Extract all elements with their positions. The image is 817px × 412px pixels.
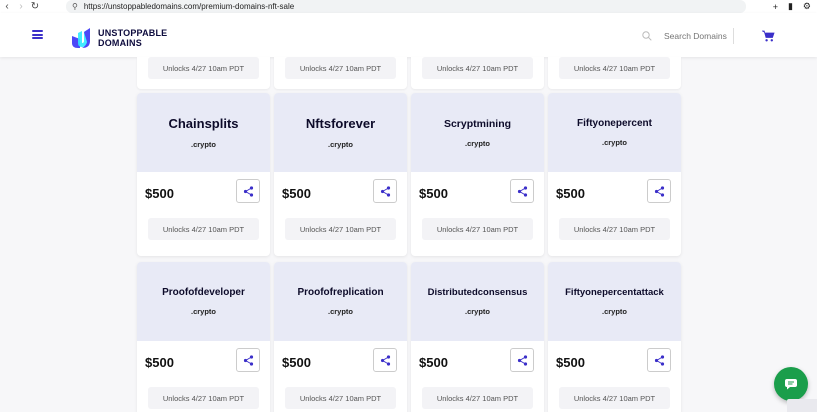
share-button[interactable]: [510, 179, 534, 203]
logo-line-1: UNSTOPPABLE: [98, 28, 168, 38]
search-icon: ⚲: [72, 2, 78, 11]
unlock-chip: Unlocks 4/27 10am PDT: [148, 218, 259, 240]
domain-card[interactable]: Nftsforever .crypto $500 Unlocks 4/27 10…: [274, 93, 407, 256]
new-tab-icon[interactable]: +: [773, 2, 778, 12]
domain-extension: .crypto: [464, 138, 490, 148]
domain-banner: Proofofdeveloper .crypto: [137, 262, 270, 341]
forward-icon[interactable]: ›: [14, 0, 28, 13]
address-bar[interactable]: ⚲ https://unstoppabledomains.com/premium…: [66, 0, 746, 13]
unlock-chip: Unlocks 4/27 10am PDT: [422, 57, 533, 79]
back-icon[interactable]: ‹: [0, 0, 14, 13]
unstoppable-logo-icon[interactable]: [70, 27, 92, 49]
unlock-chip: Unlocks 4/27 10am PDT: [559, 57, 670, 79]
card-row-2: Proofofdeveloper .crypto $500 Unlocks 4/…: [137, 262, 681, 412]
share-icon: [654, 185, 664, 197]
unlock-chip: Unlocks 4/27 10am PDT: [285, 218, 396, 240]
domain-card[interactable]: Unlocks 4/27 10am PDT: [137, 57, 270, 89]
share-icon: [654, 354, 664, 366]
browser-actions: + ▮ ⚙: [773, 0, 811, 13]
unlock-chip: Unlocks 4/27 10am PDT: [422, 387, 533, 409]
partial-card-row: Unlocks 4/27 10am PDT Unlocks 4/27 10am …: [137, 57, 681, 89]
domain-name: Proofofreplication: [297, 287, 384, 298]
card-row-1: Chainsplits .crypto $500 Unlocks 4/27 10…: [137, 93, 681, 256]
unlock-chip: Unlocks 4/27 10am PDT: [559, 218, 670, 240]
share-button[interactable]: [647, 348, 671, 372]
unlock-chip: Unlocks 4/27 10am PDT: [422, 218, 533, 240]
unlock-chip: Unlocks 4/27 10am PDT: [559, 387, 670, 409]
unlock-chip: Unlocks 4/27 10am PDT: [148, 387, 259, 409]
domain-card[interactable]: Unlocks 4/27 10am PDT: [548, 57, 681, 89]
domain-extension: .crypto: [327, 140, 353, 149]
domain-card[interactable]: Fiftyonepercentattack .crypto $500 Unloc…: [548, 262, 681, 412]
price: $500: [282, 186, 311, 201]
url-text: https://unstoppabledomains.com/premium-d…: [83, 2, 295, 11]
domain-banner: Fiftyonepercentattack .crypto: [548, 262, 681, 341]
domain-name: Nftsforever: [305, 116, 376, 131]
recaptcha-badge: [787, 399, 817, 412]
domain-name: Chainsplits: [168, 116, 239, 131]
domain-card[interactable]: Proofofdeveloper .crypto $500 Unlocks 4/…: [137, 262, 270, 412]
domain-extension: .crypto: [601, 307, 627, 316]
share-button[interactable]: [647, 179, 671, 203]
price: $500: [145, 186, 174, 201]
domain-banner: Scryptmining .crypto: [411, 93, 544, 172]
domain-extension: .crypto: [190, 140, 216, 149]
domain-banner: Nftsforever .crypto: [274, 93, 407, 172]
site-header: UNSTOPPABLE DOMAINS: [0, 13, 817, 57]
logo-text[interactable]: UNSTOPPABLE DOMAINS: [98, 28, 167, 48]
unlock-chip: Unlocks 4/27 10am PDT: [285, 57, 396, 79]
cart-icon[interactable]: [762, 30, 775, 42]
domain-card[interactable]: Fiftyonepercent .crypto $500 Unlocks 4/2…: [548, 93, 681, 256]
share-button[interactable]: [373, 179, 397, 203]
domain-card[interactable]: Proofofreplication .crypto $500 Unlocks …: [274, 262, 407, 412]
domain-card[interactable]: Unlocks 4/27 10am PDT: [274, 57, 407, 89]
domain-card[interactable]: Chainsplits .crypto $500 Unlocks 4/27 10…: [137, 93, 270, 256]
domain-name: Proofofdeveloper: [162, 287, 245, 298]
bookmark-icon[interactable]: ▮: [788, 1, 793, 12]
domain-name: Fiftyonepercent: [576, 118, 652, 129]
logo-line-2: DOMAINS: [98, 38, 142, 48]
domain-banner: Proofofreplication .crypto: [274, 262, 407, 341]
share-button[interactable]: [236, 179, 260, 203]
domain-banner: Distributedconsensus .crypto: [411, 262, 544, 341]
share-icon: [517, 354, 527, 366]
share-icon: [517, 185, 527, 197]
price: $500: [145, 355, 174, 370]
search-icon: [642, 31, 652, 41]
share-icon: [380, 354, 390, 366]
share-button[interactable]: [236, 348, 260, 372]
domain-card[interactable]: Unlocks 4/27 10am PDT: [411, 57, 544, 89]
share-icon: [380, 185, 390, 197]
chat-button[interactable]: [774, 367, 808, 401]
domain-name: Distributedconsensus: [427, 287, 528, 298]
price: $500: [556, 355, 585, 370]
domain-extension: .crypto: [327, 307, 353, 316]
domain-name: Scryptmining: [443, 117, 512, 130]
price: $500: [282, 355, 311, 370]
share-icon: [243, 185, 253, 197]
hamburger-menu-icon[interactable]: [32, 30, 43, 39]
domain-card[interactable]: Scryptmining .crypto $500 Unlocks 4/27 1…: [411, 93, 544, 256]
chat-icon: [785, 379, 797, 390]
domain-extension: .crypto: [464, 307, 490, 316]
domain-banner: Fiftyonepercent .crypto: [548, 93, 681, 172]
share-icon: [243, 354, 253, 366]
unlock-chip: Unlocks 4/27 10am PDT: [285, 387, 396, 409]
domain-extension: .crypto: [601, 138, 627, 147]
domain-name: Fiftyonepercentattack: [565, 287, 664, 298]
browser-toolbar: ‹ › ↻ ⚲ https://unstoppabledomains.com/p…: [0, 0, 817, 13]
domain-card[interactable]: Distributedconsensus .crypto $500 Unlock…: [411, 262, 544, 412]
price: $500: [556, 186, 585, 201]
share-button[interactable]: [373, 348, 397, 372]
price: $500: [419, 355, 448, 370]
settings-gear-icon[interactable]: ⚙: [803, 1, 811, 12]
unlock-chip: Unlocks 4/27 10am PDT: [148, 57, 259, 79]
reload-icon[interactable]: ↻: [28, 0, 42, 13]
price: $500: [419, 186, 448, 201]
domain-extension: .crypto: [190, 307, 216, 316]
share-button[interactable]: [510, 348, 534, 372]
domain-banner: Chainsplits .crypto: [137, 93, 270, 172]
search-domains-input[interactable]: [658, 28, 734, 44]
